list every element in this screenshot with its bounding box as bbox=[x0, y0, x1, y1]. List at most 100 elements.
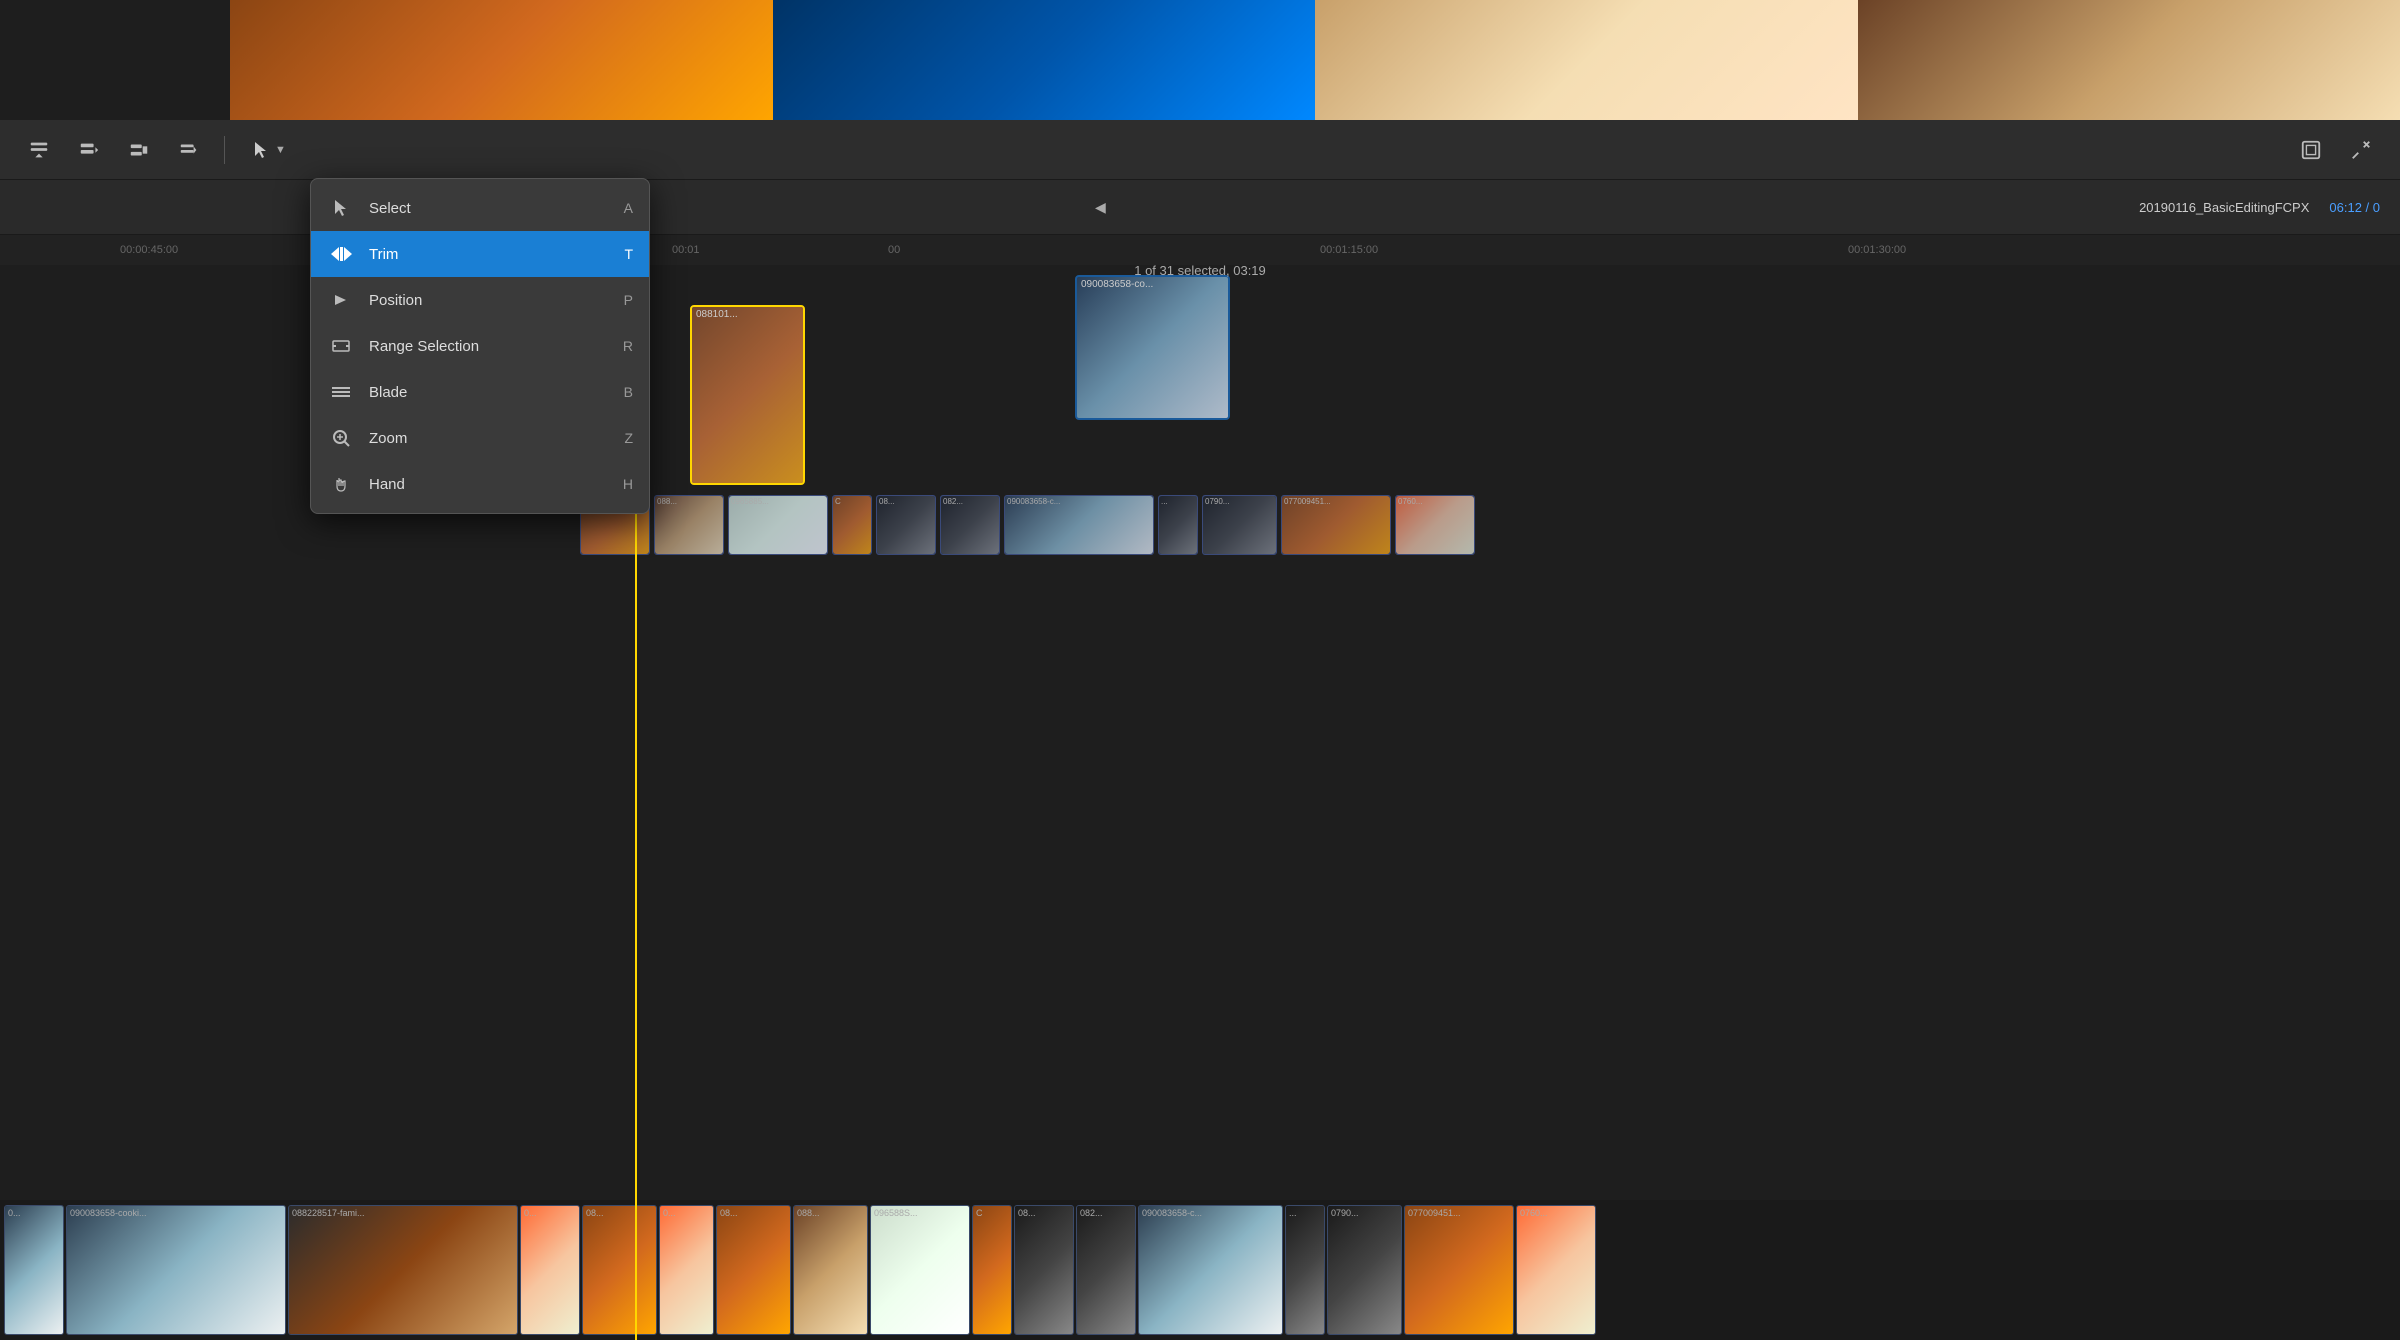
hand-tool-icon bbox=[327, 470, 355, 498]
select-tool-icon bbox=[327, 194, 355, 222]
small-clip-8-label: ... bbox=[1161, 497, 1168, 506]
selection-count-text: 1 of 31 selected, 03:19 bbox=[1134, 263, 1266, 278]
small-clip-8[interactable]: ... bbox=[1158, 495, 1198, 555]
small-clip-4[interactable]: C bbox=[832, 495, 872, 555]
filmstrip: 0... 090083658-cooki... 088228517-fami..… bbox=[0, 1200, 2400, 1340]
position-tool-label: Position bbox=[369, 292, 610, 309]
small-clip-11[interactable]: 0760... bbox=[1395, 495, 1475, 555]
filmstrip-item-8[interactable]: 088... bbox=[793, 1205, 868, 1335]
preview-thumb-1 bbox=[230, 0, 773, 120]
filmstrip-label-5: 08... bbox=[586, 1208, 604, 1218]
filmstrip-item-5[interactable]: 08... bbox=[582, 1205, 657, 1335]
zoom-tool-shortcut: Z bbox=[624, 430, 633, 446]
small-clip-7[interactable]: 090083658-c... bbox=[1004, 495, 1154, 555]
filmstrip-item-10[interactable]: C bbox=[972, 1205, 1012, 1335]
ruler-mark-1: 00:00:45:00 bbox=[120, 244, 178, 256]
tool-zoom-item[interactable]: Zoom Z bbox=[311, 415, 649, 461]
toolbar: ▼ 1 of 31 selected, 03:19 bbox=[0, 120, 2400, 180]
small-clip-10[interactable]: 077009451... bbox=[1281, 495, 1391, 555]
tool-trim-item[interactable]: Trim T bbox=[311, 231, 649, 277]
small-clip-9-label: 0790... bbox=[1205, 497, 1229, 506]
append-icon bbox=[78, 139, 100, 161]
connect-button[interactable] bbox=[120, 131, 158, 169]
small-clip-3-label: 0965885... bbox=[731, 497, 769, 506]
select-tool-label: Select bbox=[369, 200, 610, 217]
filmstrip-item-17[interactable]: 0760... bbox=[1516, 1205, 1596, 1335]
tool-selector-button[interactable]: ▼ bbox=[241, 134, 296, 166]
ruler-mark-3: 00 bbox=[888, 244, 900, 256]
selected-clip[interactable]: 088101... bbox=[690, 305, 805, 485]
timecode-display: 06:12 / 0 bbox=[2329, 200, 2380, 215]
filmstrip-label-16: 077009451... bbox=[1408, 1208, 1461, 1218]
filmstrip-item-13[interactable]: 090083658-c... bbox=[1138, 1205, 1283, 1335]
toolbar-separator-1 bbox=[224, 136, 225, 164]
filmstrip-item-1[interactable]: 0... bbox=[4, 1205, 64, 1335]
small-clip-6[interactable]: 082... bbox=[940, 495, 1000, 555]
blade-tool-shortcut: B bbox=[624, 384, 633, 400]
filmstrip-item-12[interactable]: 082... bbox=[1076, 1205, 1136, 1335]
zoom-level-button[interactable] bbox=[2342, 131, 2380, 169]
dropdown-chevron-icon bbox=[178, 139, 200, 161]
fit-window-icon bbox=[2300, 139, 2322, 161]
range-tool-icon bbox=[327, 332, 355, 360]
filmstrip-item-6[interactable]: 0... bbox=[659, 1205, 714, 1335]
tool-range-item[interactable]: Range Selection R bbox=[311, 323, 649, 369]
small-clip-2[interactable]: 088... bbox=[654, 495, 724, 555]
arrow-select-icon bbox=[251, 140, 271, 160]
preview-thumb-4 bbox=[1858, 0, 2400, 120]
small-clip-7-label: 090083658-c... bbox=[1007, 497, 1060, 506]
insert-below-icon bbox=[28, 139, 50, 161]
blade-tool-label: Blade bbox=[369, 384, 610, 401]
filmstrip-item-16[interactable]: 077009451... bbox=[1404, 1205, 1514, 1335]
tool-blade-item[interactable]: Blade B bbox=[311, 369, 649, 415]
small-clips-row: 08... 088... 0965885... C 08... 082... bbox=[580, 495, 1475, 555]
tool-position-item[interactable]: Position P bbox=[311, 277, 649, 323]
filmstrip-item-4[interactable]: 0... bbox=[520, 1205, 580, 1335]
small-clip-5-label: 08... bbox=[879, 497, 895, 506]
trim-tool-label: Trim bbox=[369, 246, 610, 263]
project-name-label: 20190116_BasicEditingFCPX bbox=[2139, 200, 2309, 215]
append-button[interactable] bbox=[70, 131, 108, 169]
range-tool-shortcut: R bbox=[623, 338, 633, 354]
filmstrip-item-9[interactable]: 096588S... bbox=[870, 1205, 970, 1335]
tool-hand-item[interactable]: Hand H bbox=[311, 461, 649, 507]
trim-tool-shortcut: T bbox=[624, 246, 633, 262]
selection-info: 1 of 31 selected, 03:19 bbox=[1134, 240, 1266, 300]
small-clip-9[interactable]: 0790... bbox=[1202, 495, 1277, 555]
filmstrip-label-1: 0... bbox=[8, 1208, 21, 1218]
hand-tool-shortcut: H bbox=[623, 476, 633, 492]
small-clip-5[interactable]: 08... bbox=[876, 495, 936, 555]
filmstrip-item-14[interactable]: ... bbox=[1285, 1205, 1325, 1335]
hand-tool-label: Hand bbox=[369, 476, 609, 493]
filmstrip-item-15[interactable]: 0790... bbox=[1327, 1205, 1402, 1335]
connect-icon bbox=[128, 139, 150, 161]
small-clip-3[interactable]: 0965885... bbox=[728, 495, 828, 555]
blade-tool-icon bbox=[327, 378, 355, 406]
filmstrip-item-11[interactable]: 08... bbox=[1014, 1205, 1074, 1335]
filmstrip-item-3[interactable]: 088228517-fami... bbox=[288, 1205, 518, 1335]
filmstrip-label-4: 0... bbox=[524, 1208, 537, 1218]
small-clip-6-label: 082... bbox=[943, 497, 963, 506]
filmstrip-label-9: 096588S... bbox=[874, 1208, 918, 1218]
tool-selector-chevron: ▼ bbox=[275, 144, 286, 156]
small-clip-2-label: 088... bbox=[657, 497, 677, 506]
insert-below-button[interactable] bbox=[20, 131, 58, 169]
ruler-mark-2: 00:01 bbox=[672, 244, 700, 256]
filmstrip-item-7[interactable]: 08... bbox=[716, 1205, 791, 1335]
filmstrip-label-7: 08... bbox=[720, 1208, 738, 1218]
fit-to-window-button[interactable] bbox=[2292, 131, 2330, 169]
toolbar-left: ▼ bbox=[20, 131, 2282, 169]
filmstrip-label-3: 088228517-fami... bbox=[292, 1208, 365, 1218]
position-tool-icon bbox=[327, 286, 355, 314]
media-preview-strip bbox=[230, 0, 2400, 120]
filmstrip-label-2: 090083658-cooki... bbox=[70, 1208, 147, 1218]
trim-tool-icon bbox=[327, 240, 355, 268]
zoom-tool-icon bbox=[327, 424, 355, 452]
tool-dropdown-menu: Select A Trim T Position P bbox=[310, 178, 650, 514]
range-tool-label: Range Selection bbox=[369, 338, 609, 355]
zoom-icon bbox=[2350, 139, 2372, 161]
timeline-nav-back-button[interactable]: ◀ bbox=[1095, 199, 1106, 216]
view-dropdown-button[interactable] bbox=[170, 131, 208, 169]
filmstrip-item-2[interactable]: 090083658-cooki... bbox=[66, 1205, 286, 1335]
tool-select-item[interactable]: Select A bbox=[311, 185, 649, 231]
